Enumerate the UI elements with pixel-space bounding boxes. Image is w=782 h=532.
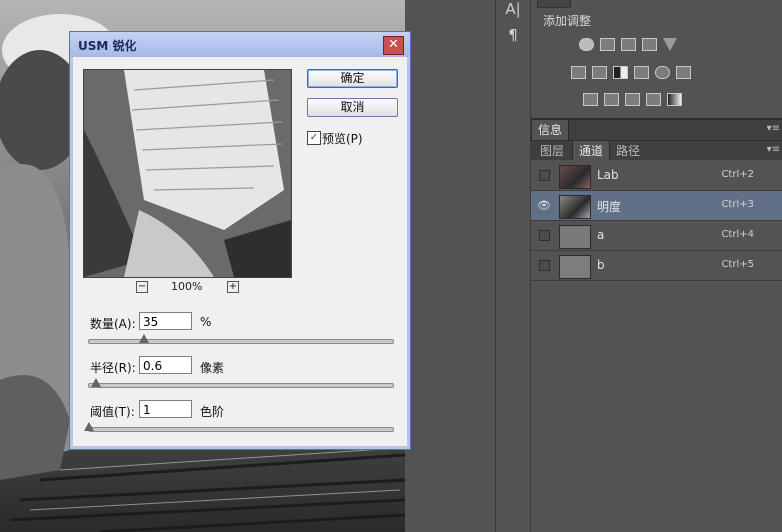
paragraph-panel-icon[interactable]: ¶ (496, 26, 530, 44)
adjustments-panel: 添加调整 (531, 0, 782, 118)
preview-area[interactable] (83, 69, 292, 278)
channel-name: Lab (597, 168, 619, 182)
zoom-level: 100% (171, 280, 203, 293)
radius-unit: 像素 (200, 361, 225, 375)
channel-mixer-icon[interactable] (655, 66, 670, 79)
adjustments-title: 添加调整 (543, 14, 592, 28)
amount-label: 数量(A): (90, 317, 136, 331)
preview-checkbox-label: 预览(P) (322, 132, 363, 146)
info-panel-tabbar: 信息 ▾≡ (531, 120, 782, 141)
brightness-icon[interactable] (579, 38, 594, 51)
visibility-toggle[interactable] (539, 230, 550, 241)
color-balance-icon[interactable] (592, 66, 607, 79)
amount-unit: % (200, 315, 212, 329)
cancel-button[interactable]: 取消 (307, 98, 398, 117)
channel-thumbnail (559, 165, 591, 189)
exposure-icon[interactable] (642, 38, 657, 51)
color-lookup-icon[interactable] (676, 66, 691, 79)
channels-list: Lab Ctrl+2 👁 明度 Ctrl+3 a Ctrl+4 b Ctrl+5 (531, 160, 782, 532)
channel-name: 明度 (597, 200, 622, 214)
photo-filter-icon[interactable] (634, 66, 649, 79)
dialog-titlebar[interactable]: USM 锐化 ✕ (70, 32, 410, 57)
radius-input[interactable]: 0.6 (139, 356, 192, 374)
channel-shortcut: Ctrl+2 (721, 169, 754, 180)
layers-panel-menu-icon[interactable]: ▾≡ (762, 144, 780, 156)
adjustments-tab[interactable] (537, 0, 571, 8)
amount-slider-handle[interactable] (139, 334, 149, 343)
adjustment-icons-row-2 (571, 66, 691, 79)
preview-image (84, 70, 291, 277)
hue-saturation-icon[interactable] (571, 66, 586, 79)
black-white-icon[interactable] (613, 66, 628, 79)
posterize-icon[interactable] (604, 93, 619, 106)
tab-layers[interactable]: 图层 (534, 141, 570, 161)
threshold-slider-handle[interactable] (84, 422, 94, 431)
curves-icon[interactable] (621, 38, 636, 51)
visibility-toggle[interactable] (539, 170, 550, 181)
threshold-unit: 色阶 (200, 405, 225, 419)
amount-input[interactable]: 35 (139, 312, 192, 330)
zoom-out-button[interactable]: − (136, 281, 148, 293)
channel-thumbnail (559, 225, 591, 249)
character-panel-icon[interactable]: A| (496, 0, 530, 18)
channel-name: b (597, 258, 605, 272)
radius-slider-handle[interactable] (91, 378, 101, 387)
eye-icon[interactable]: 👁 (537, 199, 551, 212)
tab-paths[interactable]: 路径 (610, 141, 646, 161)
radius-slider-track[interactable] (88, 383, 394, 388)
adjustment-icons-row-1 (579, 38, 677, 51)
preview-checkbox[interactable]: ✓ (307, 131, 321, 145)
panel-icon-strip: A| ¶ (495, 0, 531, 532)
radius-label: 半径(R): (90, 361, 136, 375)
channel-row-lightness[interactable]: 👁 明度 Ctrl+3 (531, 191, 782, 221)
amount-slider-track[interactable] (88, 339, 394, 344)
gradient-map-icon[interactable] (667, 93, 682, 106)
info-panel-menu-icon[interactable]: ▾≡ (762, 123, 780, 135)
channel-shortcut: Ctrl+3 (721, 199, 754, 210)
ok-button[interactable]: 确定 (307, 69, 398, 88)
channel-row-lab[interactable]: Lab Ctrl+2 (531, 161, 782, 191)
threshold-label: 阈值(T): (90, 405, 135, 419)
levels-icon[interactable] (600, 38, 615, 51)
vibrance-icon[interactable] (663, 38, 677, 51)
threshold-input[interactable]: 1 (139, 400, 192, 418)
channel-thumbnail (559, 255, 591, 279)
workspace-gutter (405, 0, 495, 532)
channel-shortcut: Ctrl+4 (721, 229, 754, 240)
channel-row-a[interactable]: a Ctrl+4 (531, 221, 782, 251)
adjustment-icons-row-3 (583, 93, 682, 106)
tab-channels[interactable]: 通道 (572, 141, 611, 161)
invert-icon[interactable] (583, 93, 598, 106)
threshold-slider-track[interactable] (88, 427, 394, 432)
close-icon[interactable]: ✕ (383, 36, 404, 55)
selective-color-icon[interactable] (646, 93, 661, 106)
channel-shortcut: Ctrl+5 (721, 259, 754, 270)
tab-info[interactable]: 信息 (531, 120, 570, 140)
channel-row-b[interactable]: b Ctrl+5 (531, 251, 782, 281)
zoom-in-button[interactable]: + (227, 281, 239, 293)
layers-panel-tabbar: 图层 通道 路径 ▾≡ (531, 141, 782, 161)
dialog-title: USM 锐化 (78, 39, 137, 53)
visibility-toggle[interactable] (539, 260, 550, 271)
unsharp-mask-dialog: USM 锐化 ✕ − 100% + 确定 取消 ✓ 预览(P) 数量(A): 3… (69, 31, 411, 450)
channel-thumbnail (559, 195, 591, 219)
channel-name: a (597, 228, 605, 242)
threshold-icon[interactable] (625, 93, 640, 106)
